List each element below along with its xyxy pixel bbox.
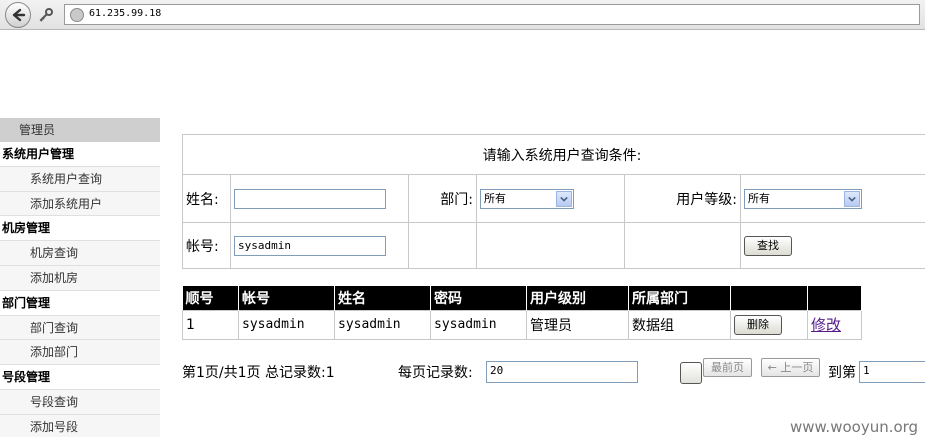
name-cell — [230, 174, 409, 223]
name-input[interactable] — [234, 188, 386, 209]
sidebar-item-system-user-query[interactable]: 系统用户查询 — [0, 166, 160, 192]
back-button[interactable] — [5, 2, 31, 28]
pager-checkbox[interactable] — [680, 362, 702, 384]
chevron-down-icon — [556, 190, 572, 207]
empty-cell — [476, 222, 625, 269]
sidebar-group-system-users[interactable]: 系统用户管理 — [0, 142, 160, 167]
cell-level: 管理员 — [526, 309, 629, 340]
sidebar-item-add-number-segment[interactable]: 添加号段 — [0, 414, 160, 437]
sidebar-group-machine-room[interactable]: 机房管理 — [0, 216, 160, 242]
globe-icon — [70, 8, 84, 22]
sidebar-item-department-query[interactable]: 部门查询 — [0, 315, 160, 341]
cell-dept: 数据组 — [628, 309, 731, 340]
col-header-delete — [730, 286, 808, 310]
col-header-no: 顺号 — [182, 286, 239, 310]
sidebar-item-add-system-user[interactable]: 添加系统用户 — [0, 191, 160, 217]
url-text: 61.235.99.18 — [89, 8, 162, 19]
query-title: 请输入系统用户查询条件: — [182, 134, 925, 175]
sidebar-group-department[interactable]: 部门管理 — [0, 291, 160, 316]
dept-select[interactable]: 所有 — [480, 188, 574, 209]
level-selected-value: 所有 — [748, 191, 770, 205]
cell-edit: 修改 — [807, 309, 862, 340]
goto-page-input[interactable]: 1 — [859, 361, 925, 383]
sidebar-header: 管理员 — [0, 118, 160, 142]
sidebar-group-number-segment[interactable]: 号段管理 — [0, 365, 160, 390]
query-form: 请输入系统用户查询条件: 姓名: 部门: 所有 用户等级: 所有 帐号: sys… — [182, 134, 925, 269]
account-cell: sysadmin — [230, 222, 409, 269]
per-page-label: 每页记录数: — [398, 365, 473, 381]
edit-link[interactable]: 修改 — [811, 316, 841, 334]
search-button[interactable]: 查找 — [744, 235, 792, 256]
account-input[interactable]: sysadmin — [234, 235, 386, 256]
per-page-input[interactable]: 20 — [486, 361, 638, 383]
dept-cell: 所有 — [476, 174, 625, 223]
prev-page-button[interactable]: ← 上一页 — [761, 358, 820, 377]
sidebar-item-add-department[interactable]: 添加部门 — [0, 340, 160, 366]
dept-selected-value: 所有 — [484, 191, 506, 205]
results-header-row: 顺号 帐号 姓名 密码 用户级别 所属部门 — [182, 286, 862, 310]
cell-no: 1 — [182, 309, 239, 340]
sidebar: 管理员 系统用户管理 系统用户查询 添加系统用户 机房管理 机房查询 添加机房 … — [0, 118, 160, 437]
back-arrow-icon — [12, 8, 26, 22]
cell-delete: 删除 — [730, 309, 808, 340]
col-header-name: 姓名 — [334, 286, 431, 310]
cell-password: sysadmin — [430, 309, 527, 340]
name-label: 姓名: — [182, 174, 231, 223]
watermark: www.wooyun.org — [790, 418, 919, 436]
empty-cell — [624, 222, 741, 269]
sidebar-item-number-segment-query[interactable]: 号段查询 — [0, 389, 160, 415]
level-label: 用户等级: — [624, 174, 741, 223]
sidebar-item-add-machine-room[interactable]: 添加机房 — [0, 265, 160, 291]
delete-button[interactable]: 删除 — [734, 314, 782, 335]
sidebar-item-machine-room-query[interactable]: 机房查询 — [0, 241, 160, 266]
chevron-down-icon — [844, 190, 860, 207]
col-header-level: 用户级别 — [526, 286, 629, 310]
goto-label: 到第 — [828, 365, 856, 381]
cell-name: sysadmin — [334, 309, 431, 340]
cell-account: sysadmin — [238, 309, 335, 340]
level-select[interactable]: 所有 — [744, 188, 862, 209]
address-bar[interactable]: 61.235.99.18 — [64, 4, 920, 25]
first-page-button[interactable]: 最前页 — [703, 358, 752, 377]
col-header-edit — [807, 286, 862, 310]
table-row: 1 sysadmin sysadmin sysadmin 管理员 数据组 删除 … — [182, 309, 862, 340]
col-header-password: 密码 — [430, 286, 527, 310]
dept-label: 部门: — [408, 174, 477, 223]
level-cell: 所有 — [740, 174, 925, 223]
pager-info: 第1页/共1页 总记录数:1 — [182, 365, 335, 381]
key-icon[interactable] — [35, 5, 57, 25]
col-header-account: 帐号 — [238, 286, 335, 310]
search-cell: 查找 — [740, 222, 925, 269]
empty-cell — [408, 222, 477, 269]
browser-toolbar: 61.235.99.18 — [0, 0, 925, 30]
account-label: 帐号: — [182, 222, 231, 269]
col-header-dept: 所属部门 — [628, 286, 731, 310]
results-table: 顺号 帐号 姓名 密码 用户级别 所属部门 1 sysadmin sysadmi… — [182, 286, 862, 340]
